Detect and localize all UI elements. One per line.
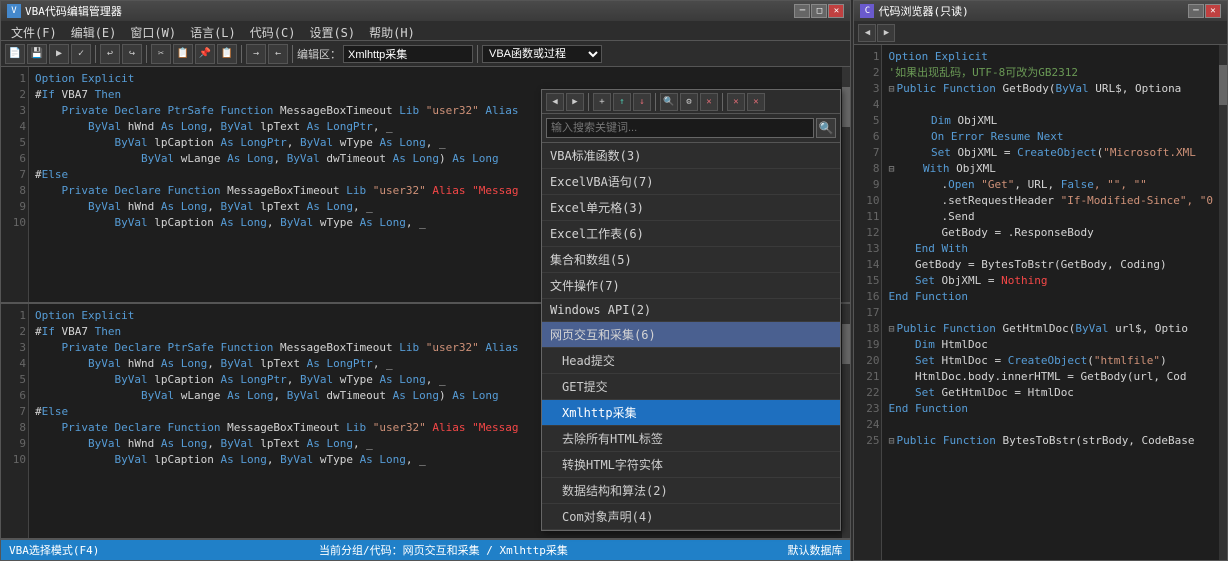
search-button[interactable]: 🔍	[816, 118, 836, 138]
menu-code[interactable]: 代码(C)	[244, 23, 302, 38]
tb-outdent[interactable]: ←	[268, 44, 288, 64]
dd-tb-btn10[interactable]: ✕	[747, 93, 765, 111]
menu-settings[interactable]: 设置(S)	[303, 23, 361, 38]
code-browser-title: 代码浏览器(只读)	[878, 3, 968, 19]
editor-label: 编辑区：	[297, 46, 341, 62]
dd-item-excel-sheet[interactable]: Excel工作表(6)	[542, 221, 840, 247]
dd-item-get[interactable]: GET提交	[542, 374, 840, 400]
dd-tb-btn7[interactable]: ⚙	[680, 93, 698, 111]
dd-sep2	[655, 93, 656, 111]
menu-window[interactable]: 窗口(W)	[124, 23, 182, 38]
dd-item-web[interactable]: 网页交互和采集(6)	[542, 322, 840, 348]
dd-sep1	[588, 93, 589, 111]
proc-select[interactable]: VBA函数或过程	[482, 45, 602, 63]
tb-copy[interactable]: 📋	[173, 44, 193, 64]
cb-code-content[interactable]: Option Explicit '如果出现乱码，UTF-8可改为GB2312 ⊟…	[882, 45, 1219, 560]
tb-btn-1[interactable]: 📄	[5, 44, 25, 64]
dd-tb-btn5[interactable]: ↓	[633, 93, 651, 111]
vba-editor-title: VBA代码编辑管理器	[25, 3, 122, 19]
dd-sep3	[722, 93, 723, 111]
dd-tb-btn6[interactable]: 🔍	[660, 93, 678, 111]
sep2	[146, 45, 147, 63]
status-center: 当前分组/代码：网页交互和采集 / Xmlhttp采集	[319, 542, 568, 558]
dd-item-convert-html[interactable]: 转换HTML字符实体	[542, 452, 840, 478]
tb-paste2[interactable]: 📋	[217, 44, 237, 64]
dropdown-toolbar: ◀ ▶ + ↑ ↓ 🔍 ⚙ ✕ ✕ ✕	[542, 90, 840, 114]
dropdown-menu: ◀ ▶ + ↑ ↓ 🔍 ⚙ ✕ ✕ ✕ 🔍 VBA标准函数(3) Excel	[541, 89, 841, 531]
vba-editor-window: V VBA代码编辑管理器 ─ □ ✕ 文件(F) 编辑(E) 窗口(W) 语言(…	[0, 0, 851, 561]
dropdown-list: VBA标准函数(3) ExcelVBA语句(7) Excel单元格(3) Exc…	[542, 143, 840, 530]
cb-minimize[interactable]: ─	[1188, 4, 1204, 18]
scrollbar-top[interactable]	[842, 67, 850, 302]
maximize-button[interactable]: □	[811, 4, 827, 18]
cb-line-numbers: 12345 678910 1112131415 1617181920 21222…	[854, 45, 882, 560]
cb-code-area: 12345 678910 1112131415 1617181920 21222…	[854, 45, 1227, 560]
line-numbers-bottom: 12345 678910	[1, 304, 29, 539]
tb-paste[interactable]: 📌	[195, 44, 215, 64]
search-input[interactable]	[546, 118, 814, 138]
dd-item-collection[interactable]: 集合和数组(5)	[542, 247, 840, 273]
tb-redo[interactable]: ↪	[122, 44, 142, 64]
dd-tb-btn8[interactable]: ✕	[700, 93, 718, 111]
cb-icon: C	[860, 4, 874, 18]
cb-tb1[interactable]: ◀	[858, 24, 876, 42]
dd-item-excel-cell[interactable]: Excel单元格(3)	[542, 195, 840, 221]
code-browser-titlebar: C 代码浏览器(只读) ─ ✕	[854, 1, 1227, 21]
tb-btn-check[interactable]: ✓	[71, 44, 91, 64]
menu-file[interactable]: 文件(F)	[5, 23, 63, 38]
dd-tb-btn1[interactable]: ◀	[546, 93, 564, 111]
dd-item-head[interactable]: Head提交	[542, 348, 840, 374]
line-numbers-top: 12345 678910	[1, 67, 29, 302]
dd-item-algo[interactable]: 数据结构和算法(2)	[542, 478, 840, 504]
dd-tb-btn3[interactable]: +	[593, 93, 611, 111]
close-button[interactable]: ✕	[828, 4, 844, 18]
tb-btn-2[interactable]: 💾	[27, 44, 47, 64]
status-bar: VBA选择模式(F4) 当前分组/代码：网页交互和采集 / Xmlhttp采集 …	[1, 540, 850, 560]
scrollbar-bottom[interactable]	[842, 304, 850, 539]
minimize-button[interactable]: ─	[794, 4, 810, 18]
dd-tb-btn4[interactable]: ↑	[613, 93, 631, 111]
tb-btn-3[interactable]: ▶	[49, 44, 69, 64]
dd-item-strip-html[interactable]: 去除所有HTML标签	[542, 426, 840, 452]
menu-language[interactable]: 语言(L)	[184, 23, 242, 38]
code-browser-window: C 代码浏览器(只读) ─ ✕ ◀ ▶ 12345 678910 1112131…	[853, 0, 1228, 561]
cb-tb2[interactable]: ▶	[877, 24, 895, 42]
editor-name-input[interactable]	[343, 45, 473, 63]
status-right: 默认数据库	[787, 542, 842, 558]
sep4	[292, 45, 293, 63]
cb-toolbar: ◀ ▶	[854, 21, 1227, 45]
dd-tb-btn2[interactable]: ▶	[566, 93, 584, 111]
cb-close[interactable]: ✕	[1205, 4, 1221, 18]
cb-scrollbar[interactable]	[1219, 45, 1227, 560]
sep1	[95, 45, 96, 63]
sep3	[241, 45, 242, 63]
dd-item-excel-vba[interactable]: ExcelVBA语句(7)	[542, 169, 840, 195]
vba-editor-titlebar: V VBA代码编辑管理器 ─ □ ✕	[1, 1, 850, 21]
dd-tb-btn9[interactable]: ✕	[727, 93, 745, 111]
dd-item-win-api[interactable]: Windows API(2)	[542, 299, 840, 322]
search-box: 🔍	[542, 114, 840, 143]
menu-bar: 文件(F) 编辑(E) 窗口(W) 语言(L) 代码(C) 设置(S) 帮助(H…	[1, 21, 850, 41]
dd-item-xmlhttp[interactable]: Xmlhttp采集	[542, 400, 840, 426]
dd-item-vba-std[interactable]: VBA标准函数(3)	[542, 143, 840, 169]
menu-edit[interactable]: 编辑(E)	[65, 23, 123, 38]
tb-undo[interactable]: ↩	[100, 44, 120, 64]
status-left: VBA选择模式(F4)	[9, 542, 99, 558]
dd-item-file-ops[interactable]: 文件操作(7)	[542, 273, 840, 299]
menu-help[interactable]: 帮助(H)	[363, 23, 421, 38]
main-toolbar: 📄 💾 ▶ ✓ ↩ ↪ ✂ 📋 📌 📋 → ← 编辑区： VBA函数或过程	[1, 41, 850, 67]
dd-item-com[interactable]: Com对象声明(4)	[542, 504, 840, 530]
vba-icon: V	[7, 4, 21, 18]
tb-cut[interactable]: ✂	[151, 44, 171, 64]
sep5	[477, 45, 478, 63]
tb-indent[interactable]: →	[246, 44, 266, 64]
